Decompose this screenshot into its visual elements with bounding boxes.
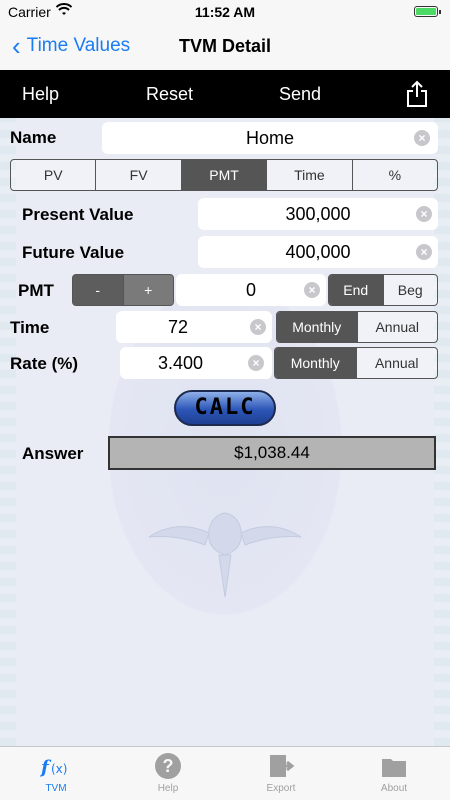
mode-time[interactable]: Time — [266, 160, 351, 190]
tvm-form: Name Home × PV FV PMT Time % Present Val… — [0, 118, 450, 746]
battery-tip — [439, 10, 441, 14]
navigation-bar: ‹ Time Values TVM Detail — [0, 24, 450, 70]
rate-label: Rate (%) — [10, 354, 79, 373]
share-icon[interactable] — [406, 80, 428, 108]
name-field[interactable]: Home — [102, 122, 438, 154]
mode-selector: PV FV PMT Time % — [10, 159, 438, 191]
help-button[interactable]: Help — [22, 84, 59, 105]
pmt-minus-button[interactable]: - — [73, 275, 123, 305]
page-title: TVM Detail — [178, 36, 271, 56]
winged-shell-emblem — [148, 512, 302, 598]
battery-icon — [414, 6, 438, 17]
pmt-timing-selector: End Beg — [328, 274, 438, 306]
rate-period-annual[interactable]: Annual — [355, 348, 438, 378]
rate-period-selector: Monthly Annual — [274, 347, 438, 379]
tab-tvm[interactable]: f (x) TVM — [16, 751, 96, 794]
reset-button[interactable]: Reset — [146, 84, 193, 105]
fx-icon: f (x) — [16, 751, 96, 781]
answer-field: $1,038.44 — [108, 436, 436, 470]
pmt-timing-beg[interactable]: Beg — [382, 275, 438, 305]
pmt-timing-end[interactable]: End — [329, 275, 383, 305]
name-value: Home — [245, 128, 294, 148]
decorative-border-left — [0, 118, 16, 746]
time-period-selector: Monthly Annual — [276, 311, 438, 343]
tab-bar: f (x) TVM ? Help Export About — [0, 746, 450, 800]
time-field[interactable]: 72 — [116, 311, 272, 343]
svg-text:?: ? — [163, 756, 174, 776]
tab-about-label: About — [380, 783, 408, 794]
time-value: 72 — [168, 317, 189, 337]
rate-period-monthly[interactable]: Monthly — [275, 348, 356, 378]
mode-pv[interactable]: PV — [11, 160, 95, 190]
future-value-label: Future Value — [22, 243, 125, 262]
tab-help-label: Help — [157, 783, 179, 794]
clear-name-icon[interactable]: × — [414, 130, 430, 146]
clear-pmt-icon[interactable]: × — [304, 282, 320, 298]
question-icon: ? — [128, 751, 208, 781]
tab-tvm-label: TVM — [45, 783, 67, 794]
time-label: Time — [10, 318, 50, 337]
export-icon — [241, 751, 321, 781]
pmt-plus-button[interactable]: + — [122, 275, 173, 305]
mode-pmt[interactable]: PMT — [180, 160, 267, 190]
future-value-field[interactable]: 400,000 — [198, 236, 438, 268]
calc-button[interactable]: CALC — [174, 390, 276, 426]
toolbar: Help Reset Send — [0, 70, 450, 118]
tab-help[interactable]: ? Help — [128, 751, 208, 794]
name-label: Name — [10, 128, 57, 147]
clear-future-value-icon[interactable]: × — [416, 244, 432, 260]
pmt-label: PMT — [18, 281, 54, 300]
clear-rate-icon[interactable]: × — [248, 355, 264, 371]
pmt-stepper: - + — [72, 274, 174, 306]
svg-text:(x): (x) — [51, 762, 67, 776]
present-value: 300,000 — [285, 204, 351, 224]
status-time: 11:52 AM — [194, 4, 256, 20]
mode-fv[interactable]: FV — [95, 160, 180, 190]
clear-time-icon[interactable]: × — [250, 319, 266, 335]
present-value-label: Present Value — [22, 205, 134, 224]
send-button[interactable]: Send — [279, 84, 321, 105]
mode-percent[interactable]: % — [351, 160, 437, 190]
clear-present-value-icon[interactable]: × — [416, 206, 432, 222]
time-period-monthly[interactable]: Monthly — [277, 312, 357, 342]
answer-label: Answer — [22, 444, 84, 463]
future-value: 400,000 — [285, 242, 351, 262]
tab-export[interactable]: Export — [241, 751, 321, 794]
present-value-field[interactable]: 300,000 — [198, 198, 438, 230]
time-period-annual[interactable]: Annual — [356, 312, 438, 342]
folder-icon — [354, 751, 434, 781]
tab-about[interactable]: About — [354, 751, 434, 794]
pmt-value: 0 — [245, 280, 256, 300]
rate-value: 3.400 — [158, 353, 204, 373]
status-bar: Carrier 11:52 AM — [0, 0, 450, 24]
tab-export-label: Export — [266, 783, 296, 794]
